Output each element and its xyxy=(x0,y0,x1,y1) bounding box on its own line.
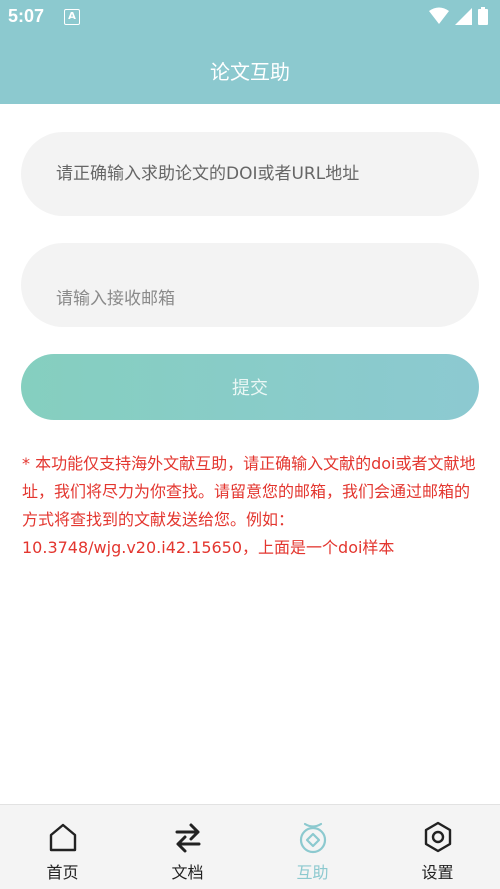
tab-settings[interactable]: 设置 xyxy=(375,805,500,889)
doi-input[interactable] xyxy=(54,163,479,185)
signal-icon xyxy=(455,7,472,25)
wifi-icon xyxy=(429,7,449,24)
header-bar: 5:07 A 论文互助 xyxy=(0,0,500,104)
help-icon xyxy=(299,822,326,854)
notification-a-icon: A xyxy=(64,9,80,25)
submit-button[interactable]: 提交 xyxy=(21,354,479,420)
bottom-tab-bar: 首页 文档 互助 设置 xyxy=(0,804,500,889)
page-title: 论文互助 xyxy=(210,60,290,84)
tab-documents[interactable]: 文档 xyxy=(125,805,250,889)
tab-settings-label: 设置 xyxy=(421,863,454,882)
tab-home[interactable]: 首页 xyxy=(0,805,125,889)
tab-documents-label: 文档 xyxy=(171,863,204,882)
status-time: 5:07 xyxy=(8,6,45,26)
home-icon xyxy=(49,823,76,852)
swap-arrows-icon xyxy=(175,823,200,853)
tab-help[interactable]: 互助 xyxy=(250,805,375,889)
settings-icon xyxy=(424,821,451,853)
status-bar: 5:07 A xyxy=(0,0,500,34)
email-input[interactable] xyxy=(54,260,479,310)
tab-help-label: 互助 xyxy=(296,863,329,882)
battery-icon xyxy=(478,7,488,25)
notice-text: * 本功能仅支持海外文献互助，请正确输入文献的doi或者文献地址，我们将尽力为你… xyxy=(22,454,476,557)
email-field[interactable] xyxy=(21,243,479,327)
doi-field[interactable] xyxy=(21,132,479,216)
status-icons xyxy=(429,7,488,25)
tab-home-label: 首页 xyxy=(46,863,79,882)
